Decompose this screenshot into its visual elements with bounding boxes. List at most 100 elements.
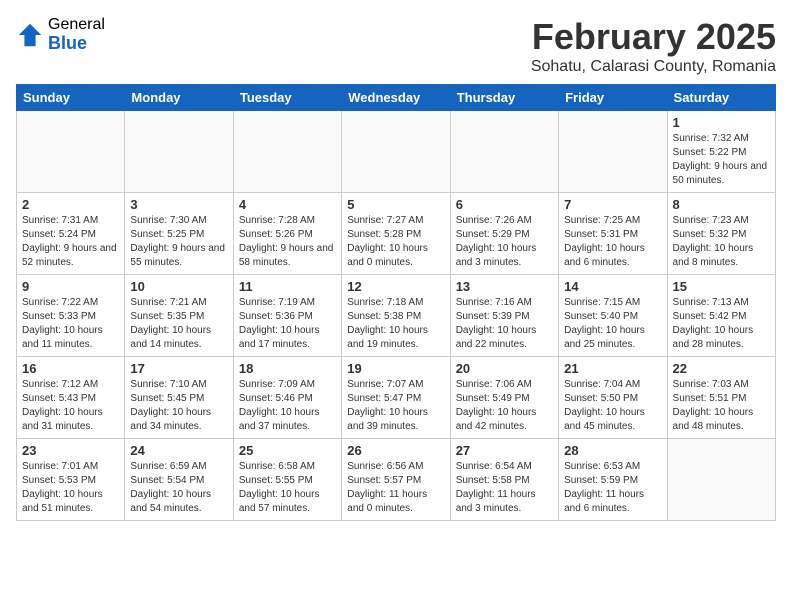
calendar-cell [17, 111, 125, 193]
day-info: Sunrise: 7:06 AM Sunset: 5:49 PM Dayligh… [456, 378, 553, 434]
day-info: Sunrise: 7:25 AM Sunset: 5:31 PM Dayligh… [564, 214, 661, 270]
calendar-cell: 14 Sunrise: 7:15 AM Sunset: 5:40 PM Dayli… [559, 275, 667, 357]
calendar-cell: 11 Sunrise: 7:19 AM Sunset: 5:36 PM Dayli… [233, 275, 341, 357]
day-number: 20 [456, 361, 553, 376]
calendar-cell: 27 Sunrise: 6:54 AM Sunset: 5:58 PM Dayli… [450, 439, 558, 521]
day-info: Sunrise: 7:31 AM Sunset: 5:24 PM Dayligh… [22, 214, 119, 270]
day-number: 3 [130, 197, 227, 212]
calendar-cell: 3 Sunrise: 7:30 AM Sunset: 5:25 PM Daylig… [125, 193, 233, 275]
day-number: 7 [564, 197, 661, 212]
calendar-cell: 16Sunrise: 7:12 AM Sunset: 5:43 PM Dayli… [17, 357, 125, 439]
day-info: Sunrise: 7:22 AM Sunset: 5:33 PM Dayligh… [22, 296, 119, 352]
weekday-header-sunday: Sunday [17, 85, 125, 111]
calendar-cell: 28 Sunrise: 6:53 AM Sunset: 5:59 PM Dayli… [559, 439, 667, 521]
weekday-header-friday: Friday [559, 85, 667, 111]
day-number: 19 [347, 361, 444, 376]
day-info: Sunrise: 7:32 AM Sunset: 5:22 PM Dayligh… [673, 132, 770, 188]
day-info: Sunrise: 7:13 AM Sunset: 5:42 PM Dayligh… [673, 296, 770, 352]
day-info: Sunrise: 7:28 AM Sunset: 5:26 PM Dayligh… [239, 214, 336, 270]
calendar-cell: 10 Sunrise: 7:21 AM Sunset: 5:35 PM Dayli… [125, 275, 233, 357]
day-info: Sunrise: 6:54 AM Sunset: 5:58 PM Dayligh… [456, 460, 553, 516]
logo-icon [16, 21, 44, 49]
day-number: 15 [673, 279, 770, 294]
day-number: 24 [130, 443, 227, 458]
calendar-cell: 1 Sunrise: 7:32 AM Sunset: 5:22 PM Daylig… [667, 111, 775, 193]
day-info: Sunrise: 7:10 AM Sunset: 5:45 PM Dayligh… [130, 378, 227, 434]
day-number: 23 [22, 443, 119, 458]
week-row-3: 9 Sunrise: 7:22 AM Sunset: 5:33 PM Daylig… [17, 275, 776, 357]
logo-general: General [48, 16, 105, 34]
day-number: 18 [239, 361, 336, 376]
week-row-4: 16Sunrise: 7:12 AM Sunset: 5:43 PM Dayli… [17, 357, 776, 439]
day-info: Sunrise: 7:26 AM Sunset: 5:29 PM Dayligh… [456, 214, 553, 270]
month-title: February 2025 [531, 16, 776, 58]
calendar-cell: 18 Sunrise: 7:09 AM Sunset: 5:46 PM Dayli… [233, 357, 341, 439]
day-info: Sunrise: 7:19 AM Sunset: 5:36 PM Dayligh… [239, 296, 336, 352]
weekday-header-saturday: Saturday [667, 85, 775, 111]
day-info: Sunrise: 7:21 AM Sunset: 5:35 PM Dayligh… [130, 296, 227, 352]
day-number: 25 [239, 443, 336, 458]
calendar-cell: 4 Sunrise: 7:28 AM Sunset: 5:26 PM Daylig… [233, 193, 341, 275]
day-number: 28 [564, 443, 661, 458]
calendar-cell: 5 Sunrise: 7:27 AM Sunset: 5:28 PM Daylig… [342, 193, 450, 275]
weekday-header-wednesday: Wednesday [342, 85, 450, 111]
day-number: 4 [239, 197, 336, 212]
weekday-header-monday: Monday [125, 85, 233, 111]
day-number: 6 [456, 197, 553, 212]
day-number: 9 [22, 279, 119, 294]
day-number: 11 [239, 279, 336, 294]
day-info: Sunrise: 6:58 AM Sunset: 5:55 PM Dayligh… [239, 460, 336, 516]
day-number: 22 [673, 361, 770, 376]
calendar-cell: 19 Sunrise: 7:07 AM Sunset: 5:47 PM Dayli… [342, 357, 450, 439]
calendar-cell: 9 Sunrise: 7:22 AM Sunset: 5:33 PM Daylig… [17, 275, 125, 357]
calendar-cell: 7 Sunrise: 7:25 AM Sunset: 5:31 PM Daylig… [559, 193, 667, 275]
day-info: Sunrise: 7:07 AM Sunset: 5:47 PM Dayligh… [347, 378, 444, 434]
calendar-cell: 8 Sunrise: 7:23 AM Sunset: 5:32 PM Daylig… [667, 193, 775, 275]
week-row-1: 1 Sunrise: 7:32 AM Sunset: 5:22 PM Daylig… [17, 111, 776, 193]
day-number: 10 [130, 279, 227, 294]
day-info: Sunrise: 6:56 AM Sunset: 5:57 PM Dayligh… [347, 460, 444, 516]
calendar-cell: 25 Sunrise: 6:58 AM Sunset: 5:55 PM Dayli… [233, 439, 341, 521]
day-number: 17 [130, 361, 227, 376]
week-row-5: 23 Sunrise: 7:01 AM Sunset: 5:53 PM Dayli… [17, 439, 776, 521]
day-info: Sunrise: 7:15 AM Sunset: 5:40 PM Dayligh… [564, 296, 661, 352]
calendar-cell [667, 439, 775, 521]
weekday-header-row: SundayMondayTuesdayWednesdayThursdayFrid… [17, 85, 776, 111]
day-info: Sunrise: 7:09 AM Sunset: 5:46 PM Dayligh… [239, 378, 336, 434]
calendar-cell [342, 111, 450, 193]
day-number: 27 [456, 443, 553, 458]
calendar-cell [450, 111, 558, 193]
logo: General Blue [16, 16, 105, 53]
title-block: February 2025 Sohatu, Calarasi County, R… [531, 16, 776, 76]
day-info: Sunrise: 7:04 AM Sunset: 5:50 PM Dayligh… [564, 378, 661, 434]
day-number: 16 [22, 361, 119, 376]
calendar-cell [125, 111, 233, 193]
calendar-cell: 13 Sunrise: 7:16 AM Sunset: 5:39 PM Dayli… [450, 275, 558, 357]
day-info: Sunrise: 7:27 AM Sunset: 5:28 PM Dayligh… [347, 214, 444, 270]
day-info: Sunrise: 7:16 AM Sunset: 5:39 PM Dayligh… [456, 296, 553, 352]
calendar-cell: 6 Sunrise: 7:26 AM Sunset: 5:29 PM Daylig… [450, 193, 558, 275]
page-header: General Blue February 2025 Sohatu, Calar… [16, 16, 776, 76]
calendar-cell: 2Sunrise: 7:31 AM Sunset: 5:24 PM Daylig… [17, 193, 125, 275]
calendar-table: SundayMondayTuesdayWednesdayThursdayFrid… [16, 84, 776, 521]
day-info: Sunrise: 7:01 AM Sunset: 5:53 PM Dayligh… [22, 460, 119, 516]
calendar-cell: 22Sunrise: 7:03 AM Sunset: 5:51 PM Dayli… [667, 357, 775, 439]
day-number: 21 [564, 361, 661, 376]
calendar-cell [233, 111, 341, 193]
calendar-cell: 21 Sunrise: 7:04 AM Sunset: 5:50 PM Dayli… [559, 357, 667, 439]
day-info: Sunrise: 7:23 AM Sunset: 5:32 PM Dayligh… [673, 214, 770, 270]
logo-text: General Blue [48, 16, 105, 53]
week-row-2: 2Sunrise: 7:31 AM Sunset: 5:24 PM Daylig… [17, 193, 776, 275]
day-number: 12 [347, 279, 444, 294]
day-number: 14 [564, 279, 661, 294]
day-info: Sunrise: 7:30 AM Sunset: 5:25 PM Dayligh… [130, 214, 227, 270]
day-number: 1 [673, 115, 770, 130]
day-number: 26 [347, 443, 444, 458]
day-number: 13 [456, 279, 553, 294]
day-info: Sunrise: 6:59 AM Sunset: 5:54 PM Dayligh… [130, 460, 227, 516]
calendar-cell [559, 111, 667, 193]
day-info: Sunrise: 6:53 AM Sunset: 5:59 PM Dayligh… [564, 460, 661, 516]
day-number: 8 [673, 197, 770, 212]
calendar-cell: 23 Sunrise: 7:01 AM Sunset: 5:53 PM Dayli… [17, 439, 125, 521]
day-number: 5 [347, 197, 444, 212]
